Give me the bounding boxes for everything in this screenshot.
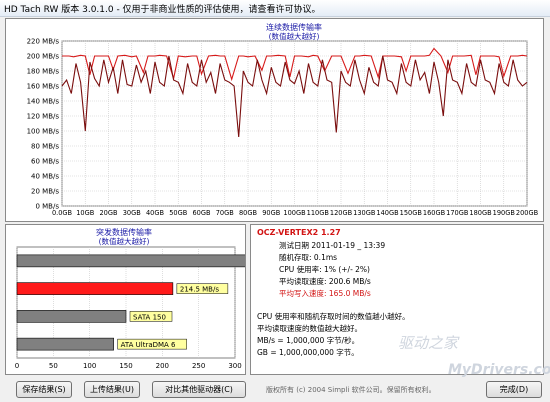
burst-chart-title: 突发数据传输率: [96, 227, 152, 237]
burst-transfer-chart: 突发数据传输率(数值越大越好)050100150200250300SCSI Ul…: [15, 227, 319, 370]
burst-x-tick-label: 150: [119, 362, 132, 370]
burst-x-tick-label: 250: [192, 362, 205, 370]
burst-bar-label: ATA UltraDMA 6: [121, 341, 176, 349]
watermark-url: MyDrivers.com: [448, 362, 550, 378]
drive-name: OCZ-VERTEX2 1.27: [257, 228, 341, 237]
note-mbs: MB/s = 1,000,000 字节/秒。: [257, 336, 360, 345]
seq-y-tick-label: 80 MB/s: [31, 143, 59, 151]
copyright-text: 版权所有 (c) 2004 Simpli 软件公司。保留所有权利。: [266, 386, 436, 394]
note-gb: GB = 1,000,000,000 字节。: [257, 348, 359, 357]
burst-bar: [16, 282, 174, 295]
avg-write: 平均写入速度: 165.0 MB/s: [279, 289, 371, 298]
seq-y-tick-label: 40 MB/s: [31, 173, 59, 181]
seq-x-tick-label: 180GB: [469, 209, 492, 217]
burst-bar: [16, 310, 127, 323]
upload-results-button[interactable]: 上传结果(U): [84, 381, 140, 398]
burst-transfer-panel: 突发数据传输率(数值越大越好)050100150200250300SCSI Ul…: [5, 224, 319, 375]
seq-x-tick-label: 0.0GB: [52, 209, 73, 217]
seq-y-tick-label: 140 MB/s: [27, 98, 60, 106]
avg-read: 平均读取速度: 200.6 MB/s: [279, 277, 371, 286]
burst-bar: [16, 337, 114, 351]
burst-x-tick-label: 300: [228, 362, 241, 370]
seq-x-tick-label: 200GB: [516, 209, 539, 217]
seq-x-tick-label: 120GB: [330, 209, 353, 217]
seq-y-tick-label: 160 MB/s: [27, 83, 60, 91]
seq-y-tick-label: 180 MB/s: [27, 68, 60, 76]
burst-chart-subtitle: (数值越大越好): [99, 236, 150, 246]
seq-x-tick-label: 170GB: [446, 209, 469, 217]
seq-y-tick-label: 200 MB/s: [27, 53, 60, 61]
watermark-logo: 驱动之家: [398, 334, 459, 352]
burst-x-tick-label: 100: [83, 362, 96, 370]
seq-x-tick-label: 10GB: [76, 209, 94, 217]
seq-x-tick-label: 50GB: [169, 209, 187, 217]
seq-chart-subtitle: (数值越大越好): [269, 31, 320, 41]
seq-y-tick-label: 60 MB/s: [31, 158, 59, 166]
burst-bar-label: 214.5 MB/s: [180, 286, 219, 294]
window-title: HD Tach RW 版本 3.0.1.0 - 仅用于非商业性质的评估使用，请查…: [4, 5, 321, 15]
seq-x-tick-label: 40GB: [146, 209, 164, 217]
seq-chart-title: 连续数据传输率: [266, 22, 322, 32]
seq-x-tick-label: 110GB: [307, 209, 330, 217]
seq-x-tick-label: 80GB: [239, 209, 257, 217]
seq-x-tick-label: 150GB: [400, 209, 423, 217]
seq-x-tick-label: 70GB: [216, 209, 234, 217]
burst-x-tick-label: 200: [156, 362, 169, 370]
seq-x-tick-label: 140GB: [376, 209, 399, 217]
seq-y-tick-label: 220 MB/s: [27, 38, 60, 46]
note-read: 平均读取速度的数值越大越好。: [257, 324, 362, 333]
burst-bar-label: SATA 150: [133, 313, 166, 321]
seq-x-tick-label: 130GB: [353, 209, 376, 217]
random-access: 随机存取: 0.1ms: [279, 253, 338, 262]
seq-x-tick-label: 20GB: [99, 209, 117, 217]
done-button[interactable]: 完成(D): [486, 381, 542, 398]
note-cpu: CPU 使用率和随机存取时间的数值越小越好。: [257, 312, 410, 321]
sequential-transfer-chart: 连续数据传输率(数值越大越好)0 MB/s20 MB/s40 MB/s60 MB…: [27, 22, 539, 217]
seq-x-tick-label: 160GB: [423, 209, 446, 217]
seq-x-tick-label: 60GB: [192, 209, 210, 217]
burst-x-tick-label: 0: [15, 362, 19, 370]
test-date: 测试日期 2011-01-19 _ 13:39: [279, 241, 386, 250]
title-bar: HD Tach RW 版本 3.0.1.0 - 仅用于非商业性质的评估使用，请查…: [0, 0, 550, 17]
cpu-usage: CPU 使用率: 1% (+/- 2%): [279, 265, 370, 274]
seq-y-tick-label: 20 MB/s: [31, 188, 59, 196]
seq-x-tick-label: 190GB: [493, 209, 516, 217]
drive-info-panel: OCZ-VERTEX2 1.27 测试日期 2011-01-19 _ 13:39…: [250, 224, 544, 375]
seq-x-tick-label: 100GB: [283, 209, 306, 217]
save-results-button[interactable]: 保存结果(S): [16, 381, 72, 398]
compare-drives-button[interactable]: 对比其他驱动器(C): [152, 381, 246, 398]
seq-y-tick-label: 100 MB/s: [27, 128, 60, 136]
seq-x-tick-label: 90GB: [262, 209, 280, 217]
burst-bar: [16, 254, 250, 268]
seq-x-tick-label: 30GB: [123, 209, 141, 217]
burst-x-tick-label: 50: [49, 362, 58, 370]
seq-y-tick-label: 120 MB/s: [27, 113, 60, 121]
sequential-transfer-panel: 连续数据传输率 (数值越大越好) 0 MB/s 20 MB/s 40 MB/s 60 MB…: [5, 18, 544, 222]
